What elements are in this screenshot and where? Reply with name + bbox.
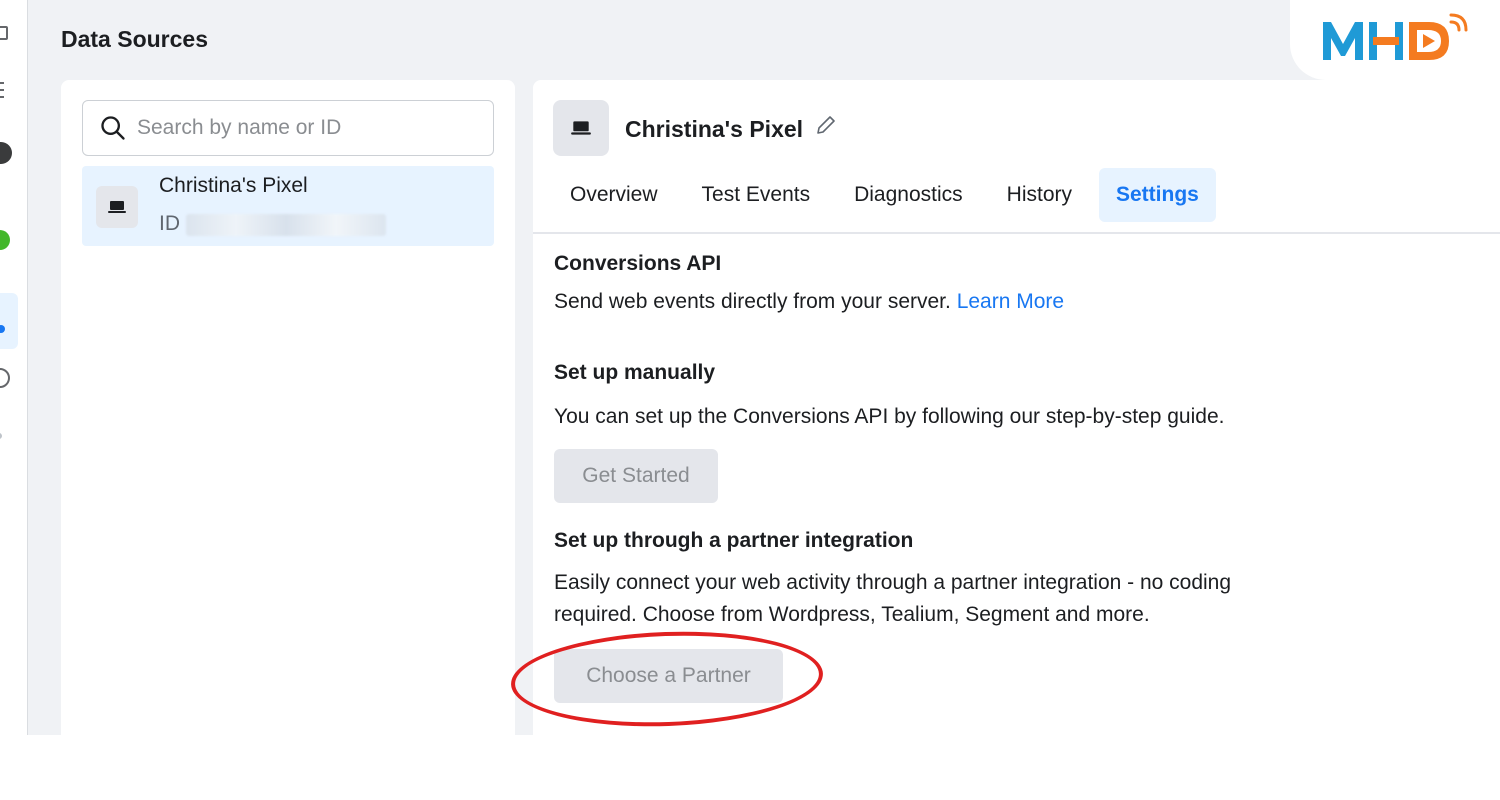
clock-icon[interactable] <box>0 368 10 388</box>
page-title: Data Sources <box>61 26 209 52</box>
list-item-name: Christina's Pixel <box>159 174 308 197</box>
tab-overview[interactable]: Overview <box>553 168 675 222</box>
get-started-button[interactable]: Get Started <box>554 449 718 503</box>
conversions-api-heading: Conversions API <box>554 252 722 275</box>
avatar[interactable] <box>0 142 12 164</box>
status-icon[interactable] <box>0 230 10 250</box>
tab-divider <box>533 232 1500 234</box>
app-window: Data Sources Christina's Pixel ID Christ… <box>0 0 1500 735</box>
manual-setup-description: You can set up the Conversions API by fo… <box>554 405 1225 428</box>
redacted-id <box>186 214 386 236</box>
pixel-icon <box>96 186 138 228</box>
active-nav-indicator <box>0 293 18 349</box>
source-list-panel: Christina's Pixel ID <box>61 80 515 735</box>
search-input[interactable] <box>137 116 477 140</box>
tab-bar: Overview Test Events Diagnostics History… <box>553 168 1226 222</box>
pixel-detail-panel: Christina's Pixel Overview Test Events D… <box>533 80 1500 735</box>
partner-setup-heading: Set up through a partner integration <box>554 529 914 552</box>
search-box[interactable] <box>82 100 494 156</box>
search-icon <box>101 116 125 140</box>
learn-more-link[interactable]: Learn More <box>957 290 1064 313</box>
icon-rail <box>0 0 28 735</box>
list-item-pixel[interactable]: Christina's Pixel ID <box>82 166 494 246</box>
tab-test-events[interactable]: Test Events <box>685 168 828 222</box>
pixel-icon <box>553 100 609 156</box>
more-icon[interactable] <box>0 433 2 439</box>
home-icon[interactable] <box>0 26 8 40</box>
tab-diagnostics[interactable]: Diagnostics <box>837 168 980 222</box>
mhd-logo-mark <box>1323 13 1468 60</box>
pixel-title: Christina's Pixel <box>625 116 804 142</box>
manual-setup-heading: Set up manually <box>554 361 716 384</box>
edit-pencil-icon[interactable] <box>814 113 838 137</box>
choose-partner-button[interactable]: Choose a Partner <box>554 649 783 703</box>
partner-setup-description-line1: Easily connect your web activity through… <box>554 571 1232 594</box>
tab-history[interactable]: History <box>990 168 1089 222</box>
partner-setup-description-line2: required. Choose from Wordpress, Tealium… <box>554 603 1150 626</box>
tab-settings[interactable]: Settings <box>1099 168 1216 222</box>
conversions-api-text: Send web events directly from your serve… <box>554 290 951 313</box>
list-item-id-label: ID <box>159 212 180 235</box>
conversions-api-description: Send web events directly from your serve… <box>554 286 1064 318</box>
menu-icon[interactable] <box>0 82 4 102</box>
mhd-logo <box>1290 0 1500 80</box>
